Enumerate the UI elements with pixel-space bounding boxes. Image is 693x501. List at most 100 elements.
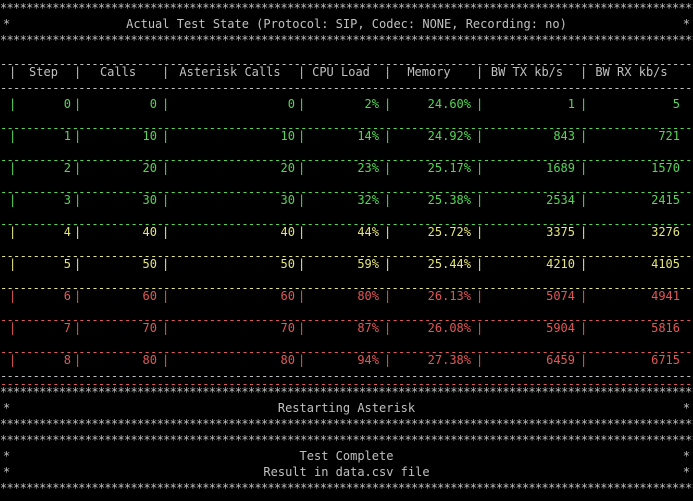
table-cell: 4 xyxy=(63,225,71,239)
table-cell: 40 xyxy=(280,225,295,239)
table-cell: 30 xyxy=(280,193,295,207)
table-cell: 20 xyxy=(280,161,295,175)
column-header: Step xyxy=(29,65,58,79)
table-cell: 1689 xyxy=(546,161,575,175)
star-border-complete-top: ****************************************… xyxy=(0,432,693,448)
box-edge-right: * xyxy=(682,17,690,31)
star-border-top: ****************************************… xyxy=(0,0,693,16)
table-row: | | | | | | | 3 30 30 32% 25.38% 2534 2415 xyxy=(0,192,693,208)
table-cell: 0 xyxy=(63,97,71,111)
box-edge-right: * xyxy=(682,449,690,463)
star-border-fill: ****************************************… xyxy=(0,385,693,399)
table-cell: 87% xyxy=(357,321,379,335)
star-border-fill: ****************************************… xyxy=(0,1,693,15)
box-edge-right: * xyxy=(682,465,690,479)
table-cell: 20 xyxy=(142,161,157,175)
table-row: | | | | | | | 4 40 40 44% 25.72% 3375 3276 xyxy=(0,224,693,240)
table-cell: 70 xyxy=(280,321,295,335)
star-border-fill: ****************************************… xyxy=(0,33,693,47)
table-cell: 26.13% xyxy=(427,289,471,303)
table-cell: 25.17% xyxy=(427,161,471,175)
column-header: Memory xyxy=(407,65,451,79)
table-cell: 5816 xyxy=(651,321,680,335)
table-header-row: | | | | | | | Step Calls Asterisk Calls CPU Load Me… xyxy=(0,64,693,80)
table-cell: 5074 xyxy=(546,289,575,303)
table-cell: 5 xyxy=(63,257,71,271)
table-cell: 6715 xyxy=(651,353,680,367)
table-cell: 4941 xyxy=(651,289,680,303)
table-row: | | | | | | | 7 70 70 87% 26.08% 5904 5816 xyxy=(0,320,693,336)
header-title: * Actual Test State (Protocol: SIP, Codec… xyxy=(0,16,693,32)
table-cell: 6 xyxy=(63,289,71,303)
table-row: | | | | | | | 8 80 80 94% 27.38% 6459 6715 xyxy=(0,352,693,368)
table-cell: 4210 xyxy=(546,257,575,271)
table-cell: 10 xyxy=(280,129,295,143)
complete-message: * Test Complete * xyxy=(0,448,693,464)
table-cell: 25.38% xyxy=(427,193,471,207)
column-header: BW TX kb/s xyxy=(490,65,564,79)
box-edge-right: * xyxy=(682,401,690,415)
table-cell: 7 xyxy=(63,321,71,335)
star-border-fill: ****************************************… xyxy=(0,417,693,431)
table-cell: 2534 xyxy=(546,193,575,207)
table-cell: 32% xyxy=(357,193,379,207)
column-header: Asterisk Calls xyxy=(179,65,281,79)
table-cell: 843 xyxy=(553,129,575,143)
table-cell: 8 xyxy=(63,353,71,367)
column-header: BW RX kb/s xyxy=(595,65,668,79)
star-border-restart-bottom: ****************************************… xyxy=(0,416,693,432)
table-cell: 0 xyxy=(149,97,157,111)
table-cell: 5 xyxy=(672,97,680,111)
column-header: Calls xyxy=(99,65,137,79)
table-border-bottom: ----------------------------------------… xyxy=(0,368,693,384)
table-cell: 23% xyxy=(357,161,379,175)
table-row: | | | | | | | 2 20 20 23% 25.17% 1689 1570 xyxy=(0,160,693,176)
restarting-message: * Restarting Asterisk * xyxy=(0,400,693,416)
star-border-complete-bottom: ****************************************… xyxy=(0,480,693,496)
table-cell: 3 xyxy=(63,193,71,207)
table-cell: 60 xyxy=(142,289,157,303)
star-border-fill: ****************************************… xyxy=(0,433,693,447)
table-header-separator: ----------------------------------------… xyxy=(0,80,693,96)
dash-border-fill: ----------------------------------------… xyxy=(0,369,693,383)
table-cell: 27.38% xyxy=(427,353,471,367)
complete-message-text: Test Complete xyxy=(299,449,394,463)
table-cell: 44% xyxy=(357,225,379,239)
result-message: * Result in data.csv file * xyxy=(0,464,693,480)
table-cell: 0 xyxy=(287,97,295,111)
restarting-message-text: Restarting Asterisk xyxy=(277,401,416,415)
table-cell: 59% xyxy=(357,257,379,271)
table-cell: 70 xyxy=(142,321,157,335)
table-cell: 25.72% xyxy=(427,225,471,239)
table-cell: 80 xyxy=(142,353,157,367)
table-cell: 2% xyxy=(364,97,379,111)
table-cell: 14% xyxy=(357,129,379,143)
dash-border-fill: ----------------------------------------… xyxy=(0,81,693,95)
table-cell: 30 xyxy=(142,193,157,207)
table-cell: 3375 xyxy=(546,225,575,239)
star-border-header-bottom: ****************************************… xyxy=(0,32,693,48)
column-header: CPU Load xyxy=(312,65,370,79)
table-cell: 50 xyxy=(142,257,157,271)
table-row: | | | | | | | 1 10 10 14% 24.92% 843 721 xyxy=(0,128,693,144)
table-cell: 40 xyxy=(142,225,157,239)
table-cell: 4105 xyxy=(651,257,680,271)
table-cell: 1 xyxy=(567,97,575,111)
table-row: | | | | | | | 0 0 0 2% 24.60% 1 5 xyxy=(0,96,693,112)
star-border-fill: ****************************************… xyxy=(0,481,693,495)
table-row: | | | | | | | 6 60 60 80% 26.13% 5074 4941 xyxy=(0,288,693,304)
table-cell: 721 xyxy=(658,129,680,143)
table-cell: 50 xyxy=(280,257,295,271)
table-cell: 10 xyxy=(142,129,157,143)
table-cell: 24.60% xyxy=(427,97,471,111)
table-cell: 1570 xyxy=(651,161,680,175)
table-cell: 2415 xyxy=(651,193,680,207)
table-row: | | | | | | | 5 50 50 59% 25.44% 4210 4105 xyxy=(0,256,693,272)
table-cell: 6459 xyxy=(546,353,575,367)
table-cell: 94% xyxy=(357,353,379,367)
table-cell: 5904 xyxy=(546,321,575,335)
table-cell: 60 xyxy=(280,289,295,303)
table-cell: 26.08% xyxy=(427,321,471,335)
table-cell: 3276 xyxy=(651,225,680,239)
header-title-text: Actual Test State (Protocol: SIP, Codec:… xyxy=(126,17,567,31)
